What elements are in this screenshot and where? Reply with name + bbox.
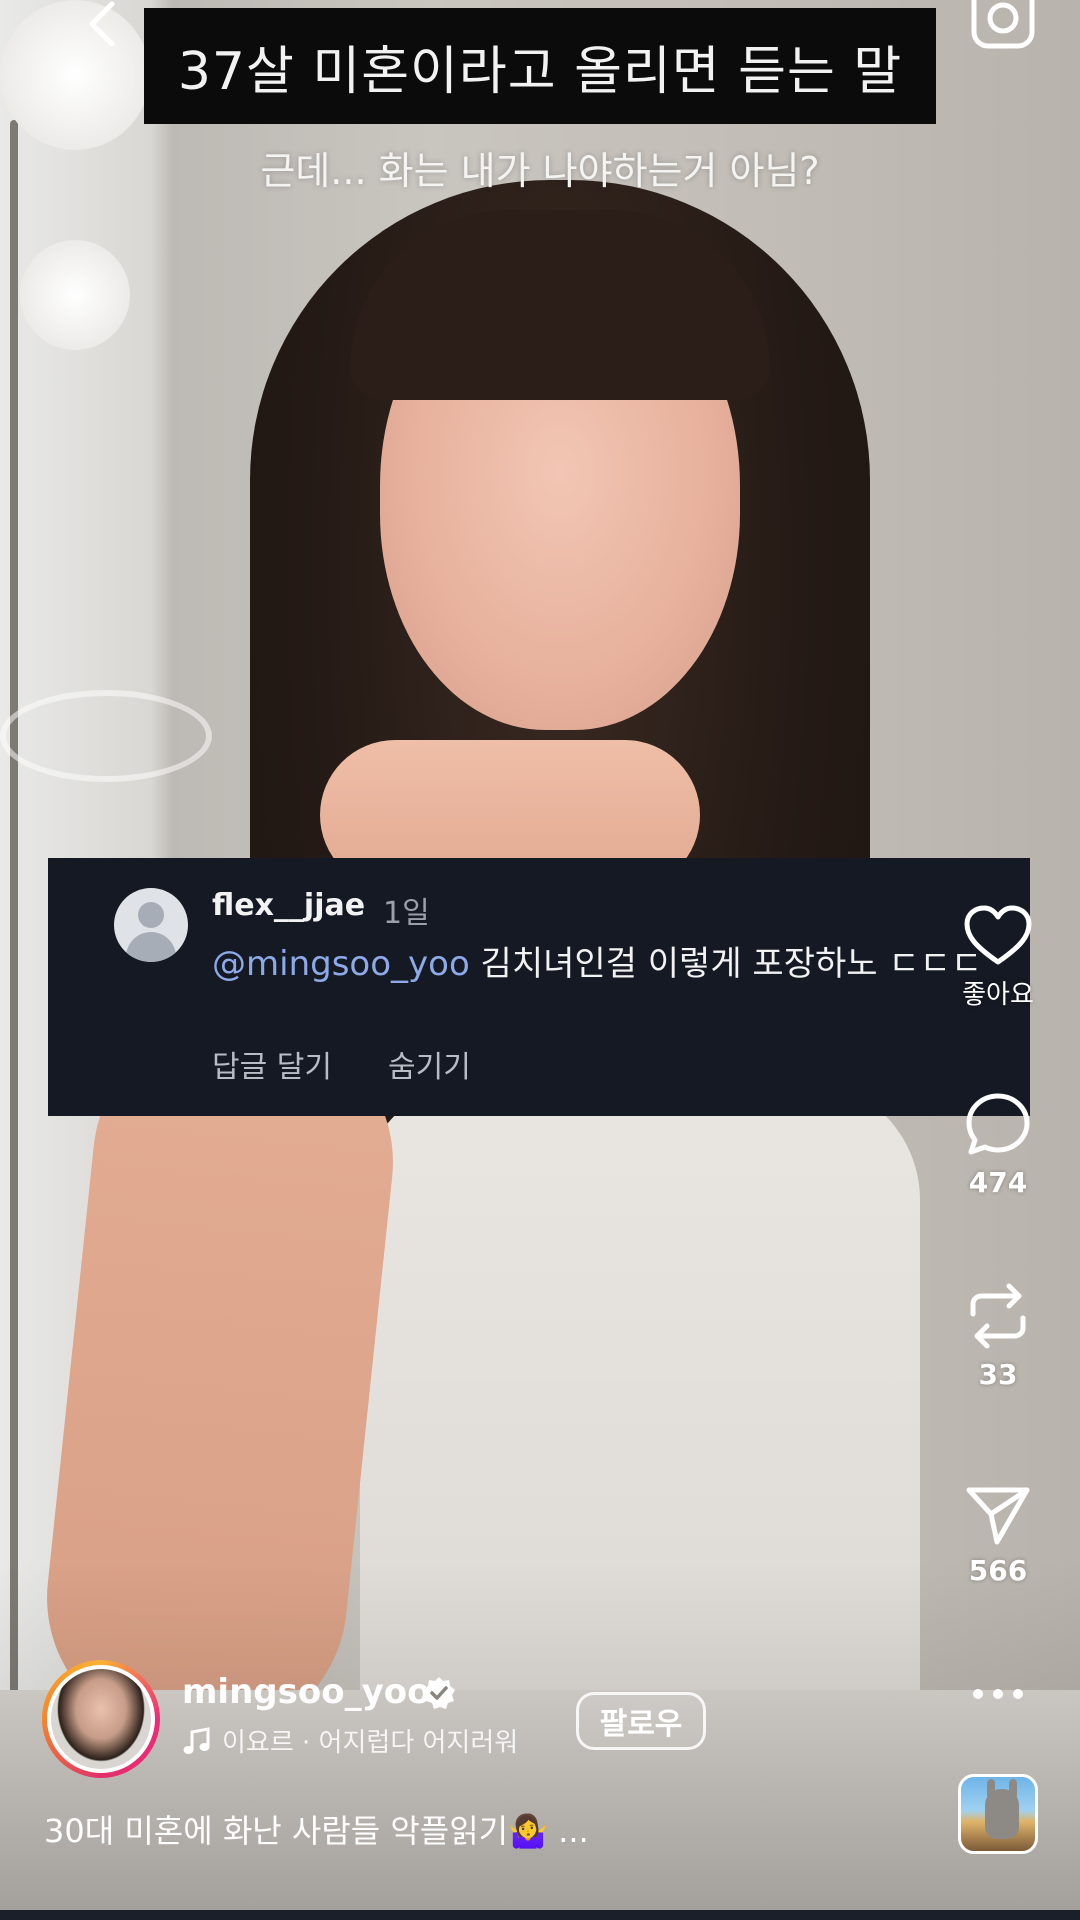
avatar-frame [47, 1665, 155, 1773]
music-note-icon [183, 1726, 210, 1754]
comment-icon [966, 1093, 1030, 1155]
comment-button[interactable]: 474 [940, 1090, 1056, 1199]
commenter-username[interactable]: flex__jjae [212, 888, 365, 923]
heart-icon [964, 905, 1032, 965]
donkey-figure [985, 1789, 1019, 1839]
video-title: 37살 미혼이라고 올리면 듣는 말 [177, 41, 903, 102]
repost-icon [970, 1283, 1026, 1349]
video-title-overlay: 37살 미혼이라고 올리면 듣는 말 [144, 8, 936, 124]
hide-button[interactable]: 숨기기 [388, 1042, 471, 1086]
comment-text: @mingsoo_yoo 김치녀인걸 이렇게 포장하노 ㄷㄷㄷ [212, 942, 1032, 986]
repost-button[interactable]: 33 [940, 1280, 1056, 1391]
comment-time: 1일 [383, 896, 430, 931]
flower-blossom [0, 0, 150, 150]
flower-stem [10, 120, 18, 1720]
back-button[interactable] [82, 0, 122, 50]
more-button[interactable] [940, 1686, 1056, 1702]
like-button[interactable]: 좋아요 [940, 904, 1056, 1011]
audio-thumbnail[interactable] [958, 1774, 1038, 1854]
like-label: 좋아요 [962, 980, 1034, 1010]
bottom-gradient [0, 1560, 1080, 1920]
commenter-avatar[interactable] [114, 888, 188, 962]
music-title: 이요르 · 어지럽다 어지러워 [222, 1728, 519, 1758]
verified-badge-icon [423, 1677, 455, 1709]
share-button[interactable]: 566 [940, 1480, 1056, 1587]
post-caption[interactable]: 30대 미혼에 화난 사람들 악플읽기🤷‍♀️ ... [44, 1806, 589, 1852]
post-username[interactable]: mingsoo_yoo [182, 1672, 430, 1712]
follow-button[interactable]: 팔로우 [576, 1692, 706, 1750]
comment-card: flex__jjae 1일 @mingsoo_yoo 김치녀인걸 이렇게 포장하… [48, 858, 1030, 1116]
flower-blossom [20, 240, 130, 350]
bottom-edge-bar [0, 1910, 1080, 1920]
video-subtitle: 근데... 화는 내가 나야하는거 아님? [260, 149, 820, 193]
comments-count: 474 [968, 1166, 1028, 1199]
shares-count: 566 [968, 1554, 1028, 1587]
back-arrow-icon [89, 1, 115, 47]
camera-icon [971, 0, 1035, 49]
more-icon [973, 1689, 1023, 1699]
profile-avatar[interactable] [42, 1660, 160, 1778]
camera-button[interactable] [968, 0, 1038, 52]
reply-button[interactable]: 답글 달기 [212, 1042, 332, 1086]
comment-body-text: 김치녀인걸 이렇게 포장하노 ㄷㄷㄷ [469, 944, 983, 984]
reposts-count: 33 [978, 1358, 1018, 1391]
comment-mention[interactable]: @mingsoo_yoo [212, 944, 470, 984]
avatar-image [51, 1669, 151, 1769]
glass-vase [0, 690, 212, 782]
send-icon [966, 1487, 1030, 1545]
avatar-head [138, 902, 164, 928]
music-info[interactable]: 이요르 · 어지럽다 어지러워 [182, 1722, 518, 1759]
avatar-body [126, 932, 176, 962]
